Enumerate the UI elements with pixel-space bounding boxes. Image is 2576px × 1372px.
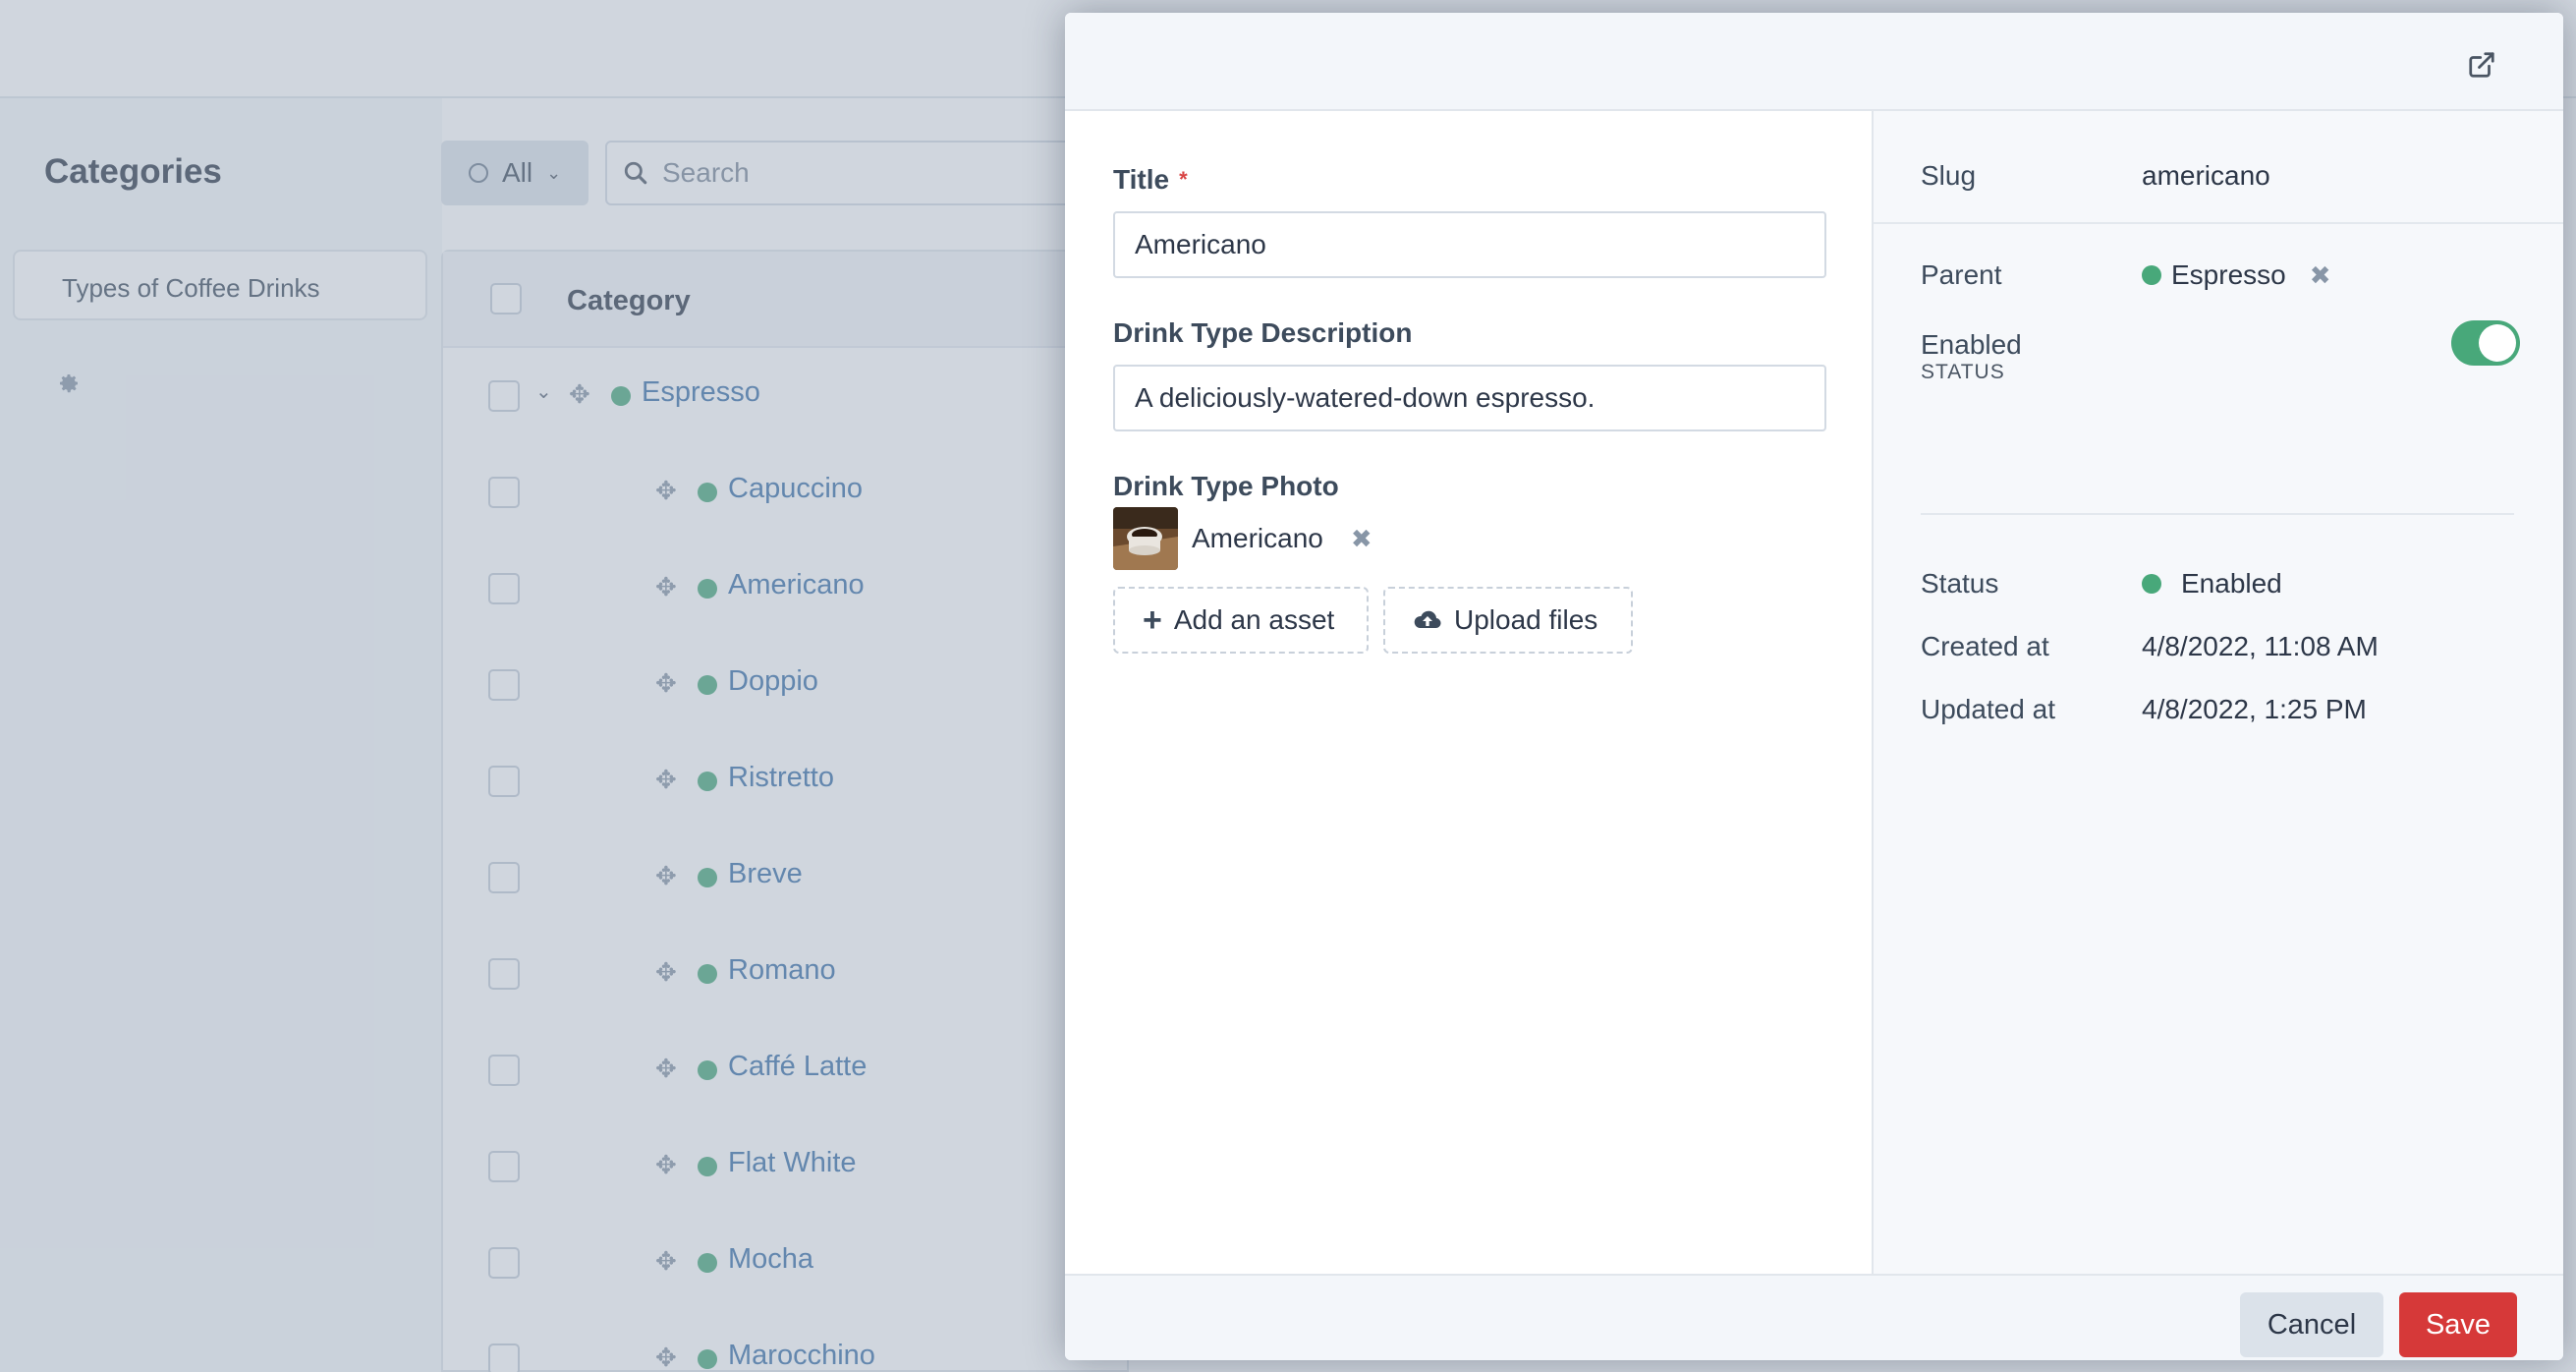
toggle-knob bbox=[2479, 324, 2516, 362]
parent-label: Parent bbox=[1921, 259, 2002, 290]
edit-category-modal: Title * Drink Type Description Drink Type… bbox=[1065, 13, 2563, 1360]
save-button[interactable]: Save bbox=[2399, 1292, 2517, 1357]
status-section-heading: STATUS bbox=[1921, 361, 2005, 383]
photo-asset: Americano ✖ bbox=[1113, 506, 1372, 571]
remove-asset-icon[interactable]: ✖ bbox=[1351, 526, 1372, 551]
title-input[interactable] bbox=[1113, 211, 1826, 278]
modal-sidebar: Slug americano Parent Espresso ✖ STATUS … bbox=[1874, 111, 2563, 1274]
external-link-icon[interactable] bbox=[2467, 50, 2496, 80]
modal-header bbox=[1065, 13, 2563, 111]
modal-footer: Cancel Save bbox=[1065, 1274, 2563, 1360]
title-label: Title * bbox=[1113, 164, 1188, 196]
divider bbox=[1874, 222, 2563, 224]
updated-at-label: Updated at bbox=[1921, 694, 2055, 724]
created-at-label: Created at bbox=[1921, 631, 2049, 661]
slug-value: americano bbox=[2142, 160, 2270, 191]
asset-name: Americano bbox=[1192, 523, 1323, 553]
title-label-text: Title bbox=[1113, 164, 1170, 195]
slug-label: Slug bbox=[1921, 160, 1977, 191]
meta-status-value: Enabled bbox=[2181, 568, 2282, 599]
description-label: Drink Type Description bbox=[1113, 317, 1413, 348]
parent-value: Espresso bbox=[2171, 259, 2286, 290]
parent-chip[interactable]: Espresso ✖ bbox=[2142, 259, 2331, 291]
add-asset-button[interactable]: + Add an asset bbox=[1113, 587, 1369, 654]
meta-status: Enabled bbox=[2142, 568, 2282, 600]
created-at-value: 4/8/2022, 11:08 AM bbox=[2142, 631, 2379, 661]
cancel-button[interactable]: Cancel bbox=[2240, 1292, 2383, 1357]
updated-at-value: 4/8/2022, 1:25 PM bbox=[2142, 694, 2367, 724]
status-dot bbox=[2142, 574, 2161, 594]
upload-files-label: Upload files bbox=[1454, 604, 1598, 635]
enabled-toggle[interactable] bbox=[2451, 320, 2520, 366]
asset-thumbnail[interactable] bbox=[1113, 507, 1178, 570]
description-input[interactable] bbox=[1113, 365, 1826, 431]
cloud-upload-icon bbox=[1414, 610, 1441, 629]
meta-status-label: Status bbox=[1921, 568, 1999, 599]
status-dot bbox=[2142, 265, 2161, 285]
modal-form: Title * Drink Type Description Drink Type… bbox=[1065, 111, 1874, 1274]
divider bbox=[1921, 513, 2514, 515]
upload-files-button[interactable]: Upload files bbox=[1383, 587, 1633, 654]
required-mark: * bbox=[1179, 167, 1188, 192]
enabled-label: Enabled bbox=[1921, 329, 2022, 360]
remove-parent-icon[interactable]: ✖ bbox=[2310, 262, 2331, 288]
add-asset-label: Add an asset bbox=[1173, 604, 1335, 635]
plus-icon: + bbox=[1143, 601, 1162, 639]
photo-label: Drink Type Photo bbox=[1113, 471, 1339, 501]
